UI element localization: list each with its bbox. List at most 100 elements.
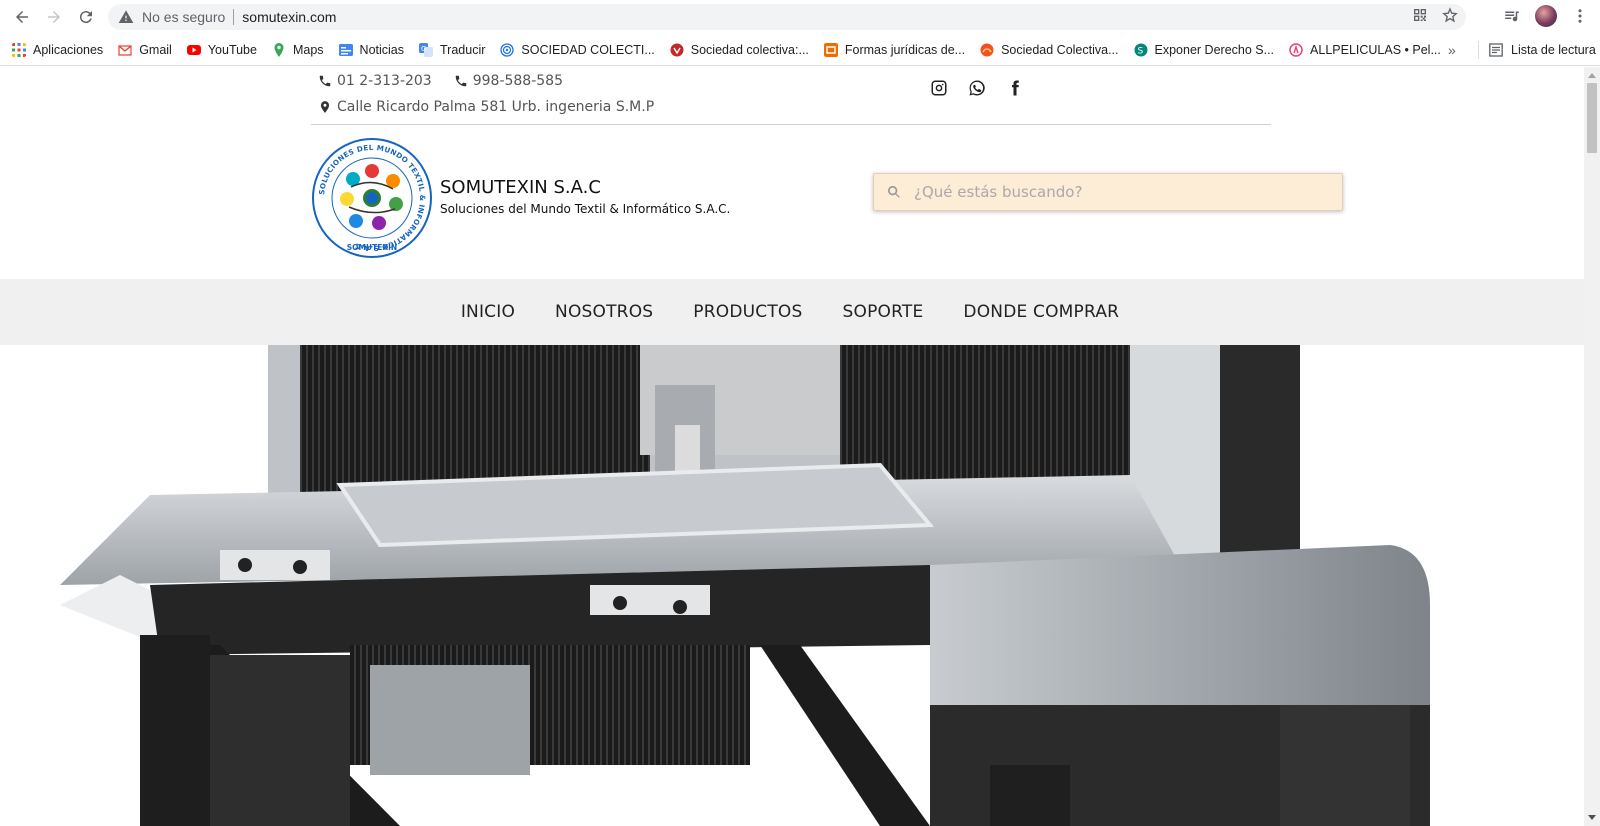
site-icon: [823, 42, 838, 57]
address-text: Calle Ricardo Palma 581 Urb. ingeneria S…: [337, 99, 655, 115]
hero-machine-image: [0, 345, 1584, 826]
search-icon[interactable]: [886, 184, 902, 200]
bookmark-formas-juridicas[interactable]: Formas jurídicas de...: [823, 42, 966, 57]
phones-row: 01 2-313-203 998-588-585: [318, 69, 654, 93]
phone-icon: [455, 75, 466, 87]
bookmark-sociedad-colecti[interactable]: SOCIEDAD COLECTI...: [500, 42, 655, 57]
divider: [1478, 41, 1479, 59]
phone-1[interactable]: 01 2-313-203: [318, 73, 432, 89]
bookmark-gmail[interactable]: Gmail: [118, 43, 172, 57]
bookmark-label: Traducir: [440, 42, 486, 57]
bookmark-news[interactable]: Noticias: [338, 42, 405, 57]
search-input[interactable]: [914, 183, 1314, 201]
whatsapp-link[interactable]: [968, 79, 986, 97]
instagram-icon: [931, 80, 947, 96]
svg-text:S: S: [1137, 46, 1143, 56]
nav-inicio[interactable]: INICIO: [461, 302, 515, 322]
social-links: [930, 79, 1024, 97]
bookmark-label: Aplicaciones: [33, 42, 104, 57]
menu-button[interactable]: [1568, 4, 1592, 28]
nav-donde-comprar[interactable]: DONDE COMPRAR: [963, 302, 1119, 322]
url-text[interactable]: somutexin.com: [242, 9, 336, 25]
main-nav: INICIO NOSOTROS PRODUCTOS SOPORTE DONDE …: [0, 279, 1584, 345]
bookmark-label: Formas jurídicas de...: [844, 42, 966, 57]
arrow-left-icon: [16, 11, 28, 23]
back-button[interactable]: [6, 1, 38, 33]
facebook-link[interactable]: [1006, 79, 1024, 97]
nav-soporte[interactable]: SOPORTE: [843, 302, 924, 322]
bookmark-apps[interactable]: Aplicaciones: [12, 42, 104, 57]
bookmark-label: ALLPELICULAS • Pel...: [1310, 42, 1441, 57]
bookmark-label: Sociedad Colectiva...: [1001, 42, 1119, 57]
bookmark-youtube[interactable]: YouTube: [186, 42, 257, 57]
toolbar-right: [1500, 4, 1592, 28]
bookmark-label: Gmail: [139, 42, 172, 57]
security-label[interactable]: No es seguro: [142, 9, 225, 25]
reload-button[interactable]: [70, 1, 102, 33]
map-marker-icon: [320, 101, 330, 113]
gmail-icon: [118, 44, 132, 56]
bookmark-label: SOCIEDAD COLECTI...: [521, 42, 655, 57]
whatsapp-icon: [969, 80, 985, 96]
bookmark-sociedad-colectiva-2[interactable]: Sociedad Colectiva...: [980, 42, 1119, 57]
scroll-thumb[interactable]: [1587, 83, 1597, 153]
bookmarks-bar: Aplicaciones Gmail YouTube Maps Noticias…: [0, 34, 1600, 66]
phone-2[interactable]: 998-588-585: [454, 73, 563, 89]
reading-list-button[interactable]: Lista de lectura: [1478, 41, 1596, 59]
media-control-button[interactable]: [1500, 4, 1524, 28]
reload-icon: [79, 11, 92, 24]
bookmark-label: Maps: [292, 42, 324, 57]
bookmark-translate[interactable]: G Traducir: [419, 42, 486, 57]
page-scrollbar[interactable]: [1584, 67, 1600, 826]
address-row: Calle Ricardo Palma 581 Urb. ingeneria S…: [318, 95, 654, 119]
site-icon: S: [1134, 43, 1148, 56]
maps-icon: [274, 42, 284, 57]
globe-icon: [500, 42, 515, 57]
translate-icon: G: [419, 42, 434, 57]
page-viewport: 01 2-313-203 998-588-585 Calle Ricardo P…: [0, 67, 1584, 826]
site-icon: [980, 43, 994, 56]
avatar: [1535, 5, 1557, 27]
address-bar[interactable]: No es seguro somutexin.com: [108, 4, 1466, 30]
phone-2-text: 998-588-585: [472, 73, 563, 89]
bookmark-label: Noticias: [359, 42, 405, 57]
forward-button[interactable]: [38, 1, 70, 33]
contact-info: 01 2-313-203 998-588-585 Calle Ricardo P…: [318, 69, 654, 119]
apps-grid-icon: [12, 42, 26, 57]
nav-productos[interactable]: PRODUCTOS: [693, 302, 802, 322]
svg-text:G: G: [421, 45, 426, 53]
scroll-down-arrow-icon[interactable]: [1588, 815, 1596, 820]
bookmark-maps[interactable]: Maps: [272, 42, 324, 57]
bookmark-exponer-derecho[interactable]: S Exponer Derecho S...: [1134, 42, 1275, 57]
nav-nosotros[interactable]: NOSOTROS: [555, 302, 653, 322]
brand-subtitle: Soluciones del Mundo Textil & Informátic…: [440, 202, 731, 216]
bookmarks-overflow-button[interactable]: »: [1448, 42, 1456, 58]
arrow-right-icon: [48, 11, 60, 23]
bookmark-allpeliculas[interactable]: ALLPELICULAS • Pel...: [1289, 43, 1441, 57]
profile-button[interactable]: [1534, 4, 1558, 28]
bookmark-label: Sociedad colectiva:...: [690, 42, 809, 57]
playlist-icon: [1505, 11, 1519, 22]
site-icon: [670, 43, 684, 56]
phone-icon: [319, 75, 331, 87]
omnibox-actions: [1412, 7, 1458, 23]
svg-text:SOMUTEXIN: SOMUTEXIN: [347, 243, 397, 252]
somutexin-logo[interactable]: SOLUCIONES DEL MUNDO TEXTIL & INFORMATIC…: [311, 137, 433, 259]
phone-1-text: 01 2-313-203: [337, 73, 432, 89]
bookmark-label: Exponer Derecho S...: [1154, 42, 1275, 57]
reading-list-icon: [1489, 43, 1503, 57]
scroll-up-arrow-icon[interactable]: [1588, 73, 1596, 78]
divider: [233, 9, 235, 25]
qr-code-icon[interactable]: [1412, 7, 1428, 23]
more-vertical-icon: [1578, 9, 1582, 23]
youtube-icon: [186, 44, 201, 55]
warning-icon: [118, 10, 134, 23]
search-box: [873, 173, 1343, 211]
bookmark-label: YouTube: [207, 42, 257, 57]
brand-title[interactable]: SOMUTEXIN S.A.C: [440, 177, 601, 198]
bookmark-sociedad-colectiva[interactable]: Sociedad colectiva:...: [670, 43, 809, 57]
star-icon[interactable]: [1442, 7, 1458, 23]
reading-list-label: Lista de lectura: [1511, 43, 1596, 57]
site-icon: [1289, 42, 1303, 57]
instagram-link[interactable]: [930, 79, 948, 97]
